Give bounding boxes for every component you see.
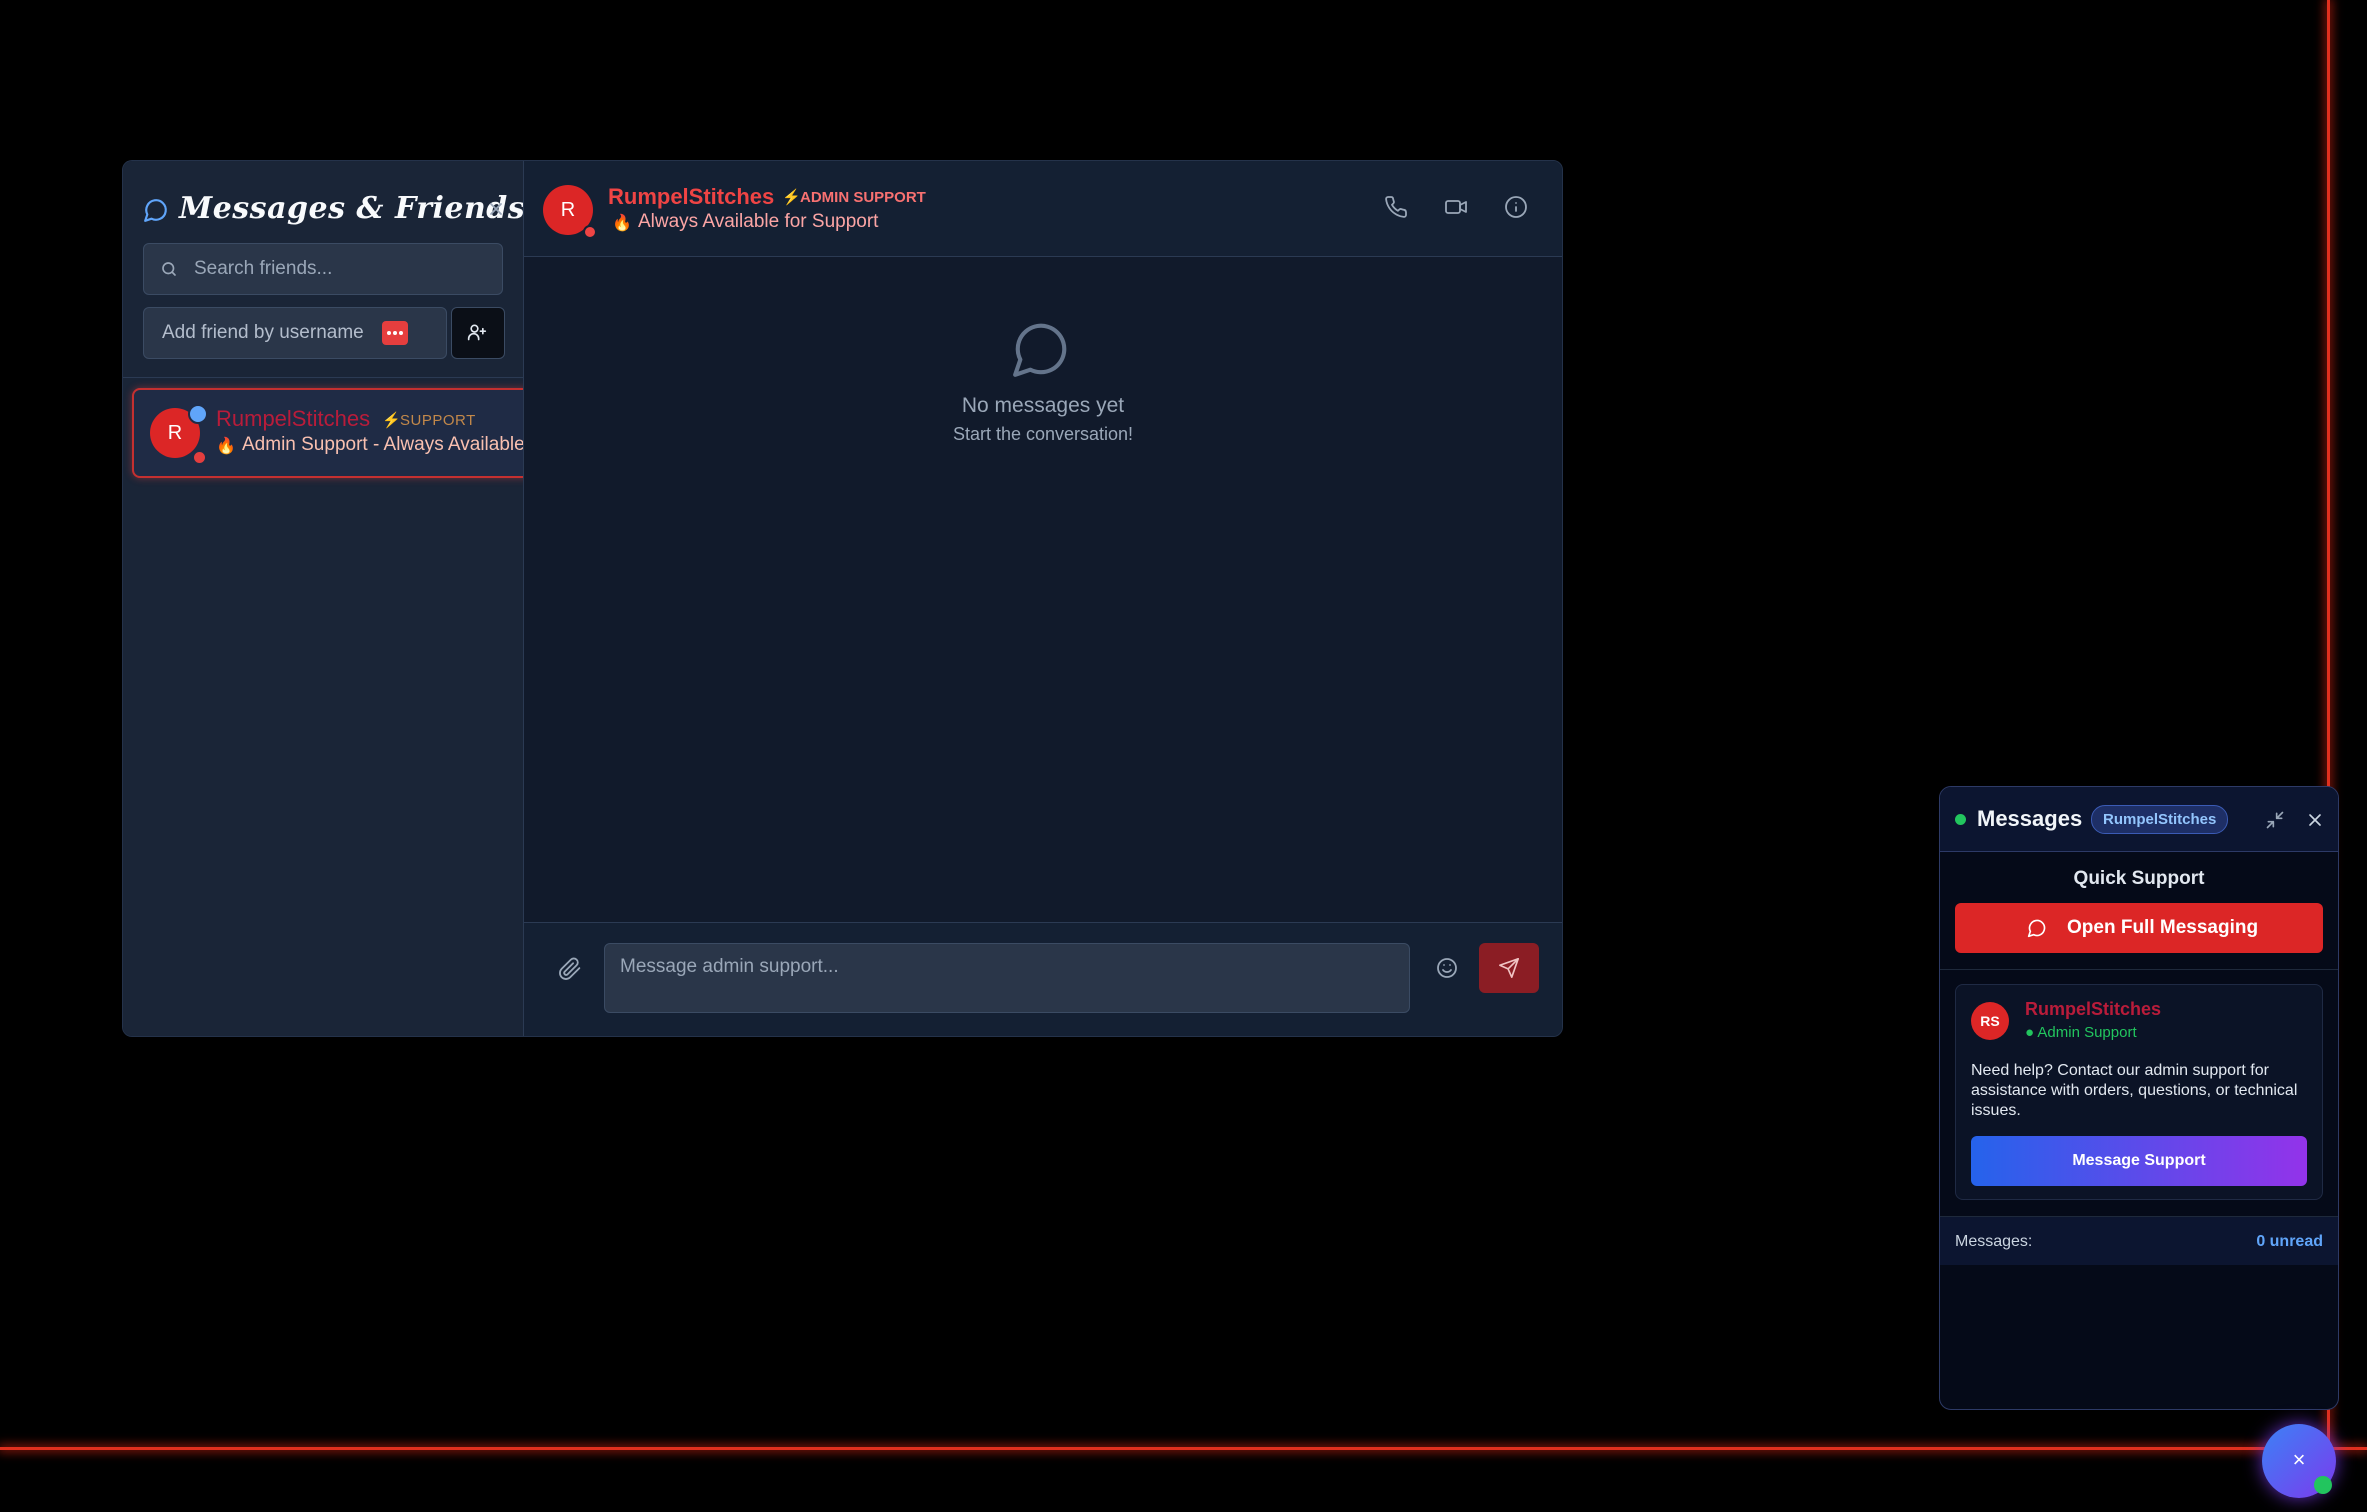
lightning-icon: ⚡ bbox=[782, 189, 801, 206]
messages-window: Messages & Friends R RumpelStitches ⚡ SU… bbox=[122, 160, 1563, 1037]
search-icon bbox=[162, 262, 176, 276]
message-support-button[interactable]: Message Support bbox=[1971, 1136, 2307, 1186]
quick-support-heading: Quick Support bbox=[2073, 868, 2205, 889]
info-icon bbox=[1505, 196, 1527, 218]
admin-support-badge: ADMIN SUPPORT bbox=[800, 189, 926, 206]
unread-count: 0 unread bbox=[2256, 1233, 2323, 1250]
minimize-icon[interactable] bbox=[2265, 810, 2285, 830]
messages-label: Messages: bbox=[1955, 1233, 2033, 1250]
video-call-button[interactable] bbox=[1444, 195, 1472, 223]
password-manager-icon[interactable] bbox=[382, 321, 408, 345]
sidebar-header: Messages & Friends bbox=[143, 187, 523, 231]
shield-icon bbox=[188, 404, 208, 424]
avatar: RS bbox=[1971, 1002, 2009, 1040]
chat-contact-subtitle: Always Available for Support bbox=[638, 211, 879, 232]
chat-bubble-icon bbox=[2027, 919, 2046, 938]
contact-badge: RumpelStitches bbox=[2091, 805, 2229, 834]
fire-icon: 🔥 bbox=[216, 438, 236, 455]
sidebar-divider bbox=[123, 377, 523, 378]
search-input[interactable] bbox=[192, 244, 496, 294]
quick-messages-panel: Messages RumpelStitches Quick Support Op… bbox=[1939, 786, 2339, 1410]
divider bbox=[1940, 969, 2338, 970]
support-contact-name: RumpelStitches bbox=[2025, 999, 2162, 1019]
close-icon[interactable] bbox=[2305, 810, 2325, 830]
quick-panel-header: Messages RumpelStitches bbox=[1940, 787, 2338, 852]
empty-state-subtitle: Start the conversation! bbox=[952, 424, 1134, 444]
search-box bbox=[143, 243, 503, 295]
message-circle-icon bbox=[1013, 323, 1067, 377]
sidebar-title: Messages & Friends bbox=[179, 191, 524, 226]
call-button[interactable] bbox=[1384, 195, 1412, 223]
info-button[interactable] bbox=[1504, 195, 1532, 223]
add-friend-box bbox=[143, 307, 447, 359]
fire-icon: 🔥 bbox=[612, 215, 632, 232]
chat-header: R RumpelStitches ⚡ ADMIN SUPPORT 🔥 Alway… bbox=[524, 161, 1562, 257]
open-full-messaging-label: Open Full Messaging bbox=[2067, 917, 2259, 938]
support-contact-role: ● Admin Support bbox=[2025, 1024, 2137, 1041]
close-icon: × bbox=[2292, 1447, 2306, 1472]
chat-panel: R RumpelStitches ⚡ ADMIN SUPPORT 🔥 Alway… bbox=[524, 161, 1562, 1036]
emoji-icon[interactable] bbox=[1435, 956, 1459, 980]
chat-contact-name: RumpelStitches bbox=[608, 184, 775, 209]
friends-sidebar: Messages & Friends R RumpelStitches ⚡ SU… bbox=[123, 161, 524, 1036]
add-friend-button[interactable] bbox=[451, 307, 505, 359]
paperclip-icon[interactable] bbox=[558, 957, 582, 981]
add-friend-input[interactable] bbox=[160, 308, 394, 358]
friend-status-text: Admin Support - Always Available bbox=[242, 434, 524, 455]
quick-panel-title: Messages bbox=[1977, 806, 2083, 831]
send-button[interactable] bbox=[1479, 943, 1539, 993]
lightning-icon: ⚡ bbox=[382, 412, 401, 429]
quick-panel-footer: Messages: 0 unread bbox=[1940, 1217, 2338, 1265]
video-icon bbox=[1445, 200, 1467, 214]
send-icon bbox=[1499, 958, 1519, 978]
online-status-dot bbox=[1955, 814, 1966, 825]
message-composer bbox=[524, 922, 1562, 1036]
close-icon[interactable] bbox=[486, 199, 506, 219]
open-full-messaging-button[interactable]: Open Full Messaging bbox=[1955, 903, 2323, 953]
friend-name: RumpelStitches bbox=[216, 406, 371, 431]
bottom-edge-glow bbox=[0, 1447, 2367, 1450]
status-indicator bbox=[583, 225, 597, 239]
friend-list-item[interactable]: R RumpelStitches ⚡ SUPPORT 🔥 Admin Suppo… bbox=[132, 388, 524, 478]
support-contact-card: RS RumpelStitches ● Admin Support Need h… bbox=[1955, 984, 2323, 1200]
messaging-fab-button[interactable]: × bbox=[2262, 1424, 2336, 1498]
message-input[interactable] bbox=[604, 943, 1410, 1013]
user-plus-icon bbox=[467, 324, 487, 341]
online-status-dot bbox=[2314, 1476, 2332, 1494]
chat-bubble-icon bbox=[144, 199, 167, 222]
empty-state-title: No messages yet bbox=[961, 394, 1125, 417]
status-indicator bbox=[192, 450, 207, 465]
phone-icon bbox=[1385, 196, 1407, 218]
friend-role-tag: SUPPORT bbox=[400, 412, 476, 429]
support-description: Need help? Contact our admin support for… bbox=[1971, 1062, 2298, 1119]
